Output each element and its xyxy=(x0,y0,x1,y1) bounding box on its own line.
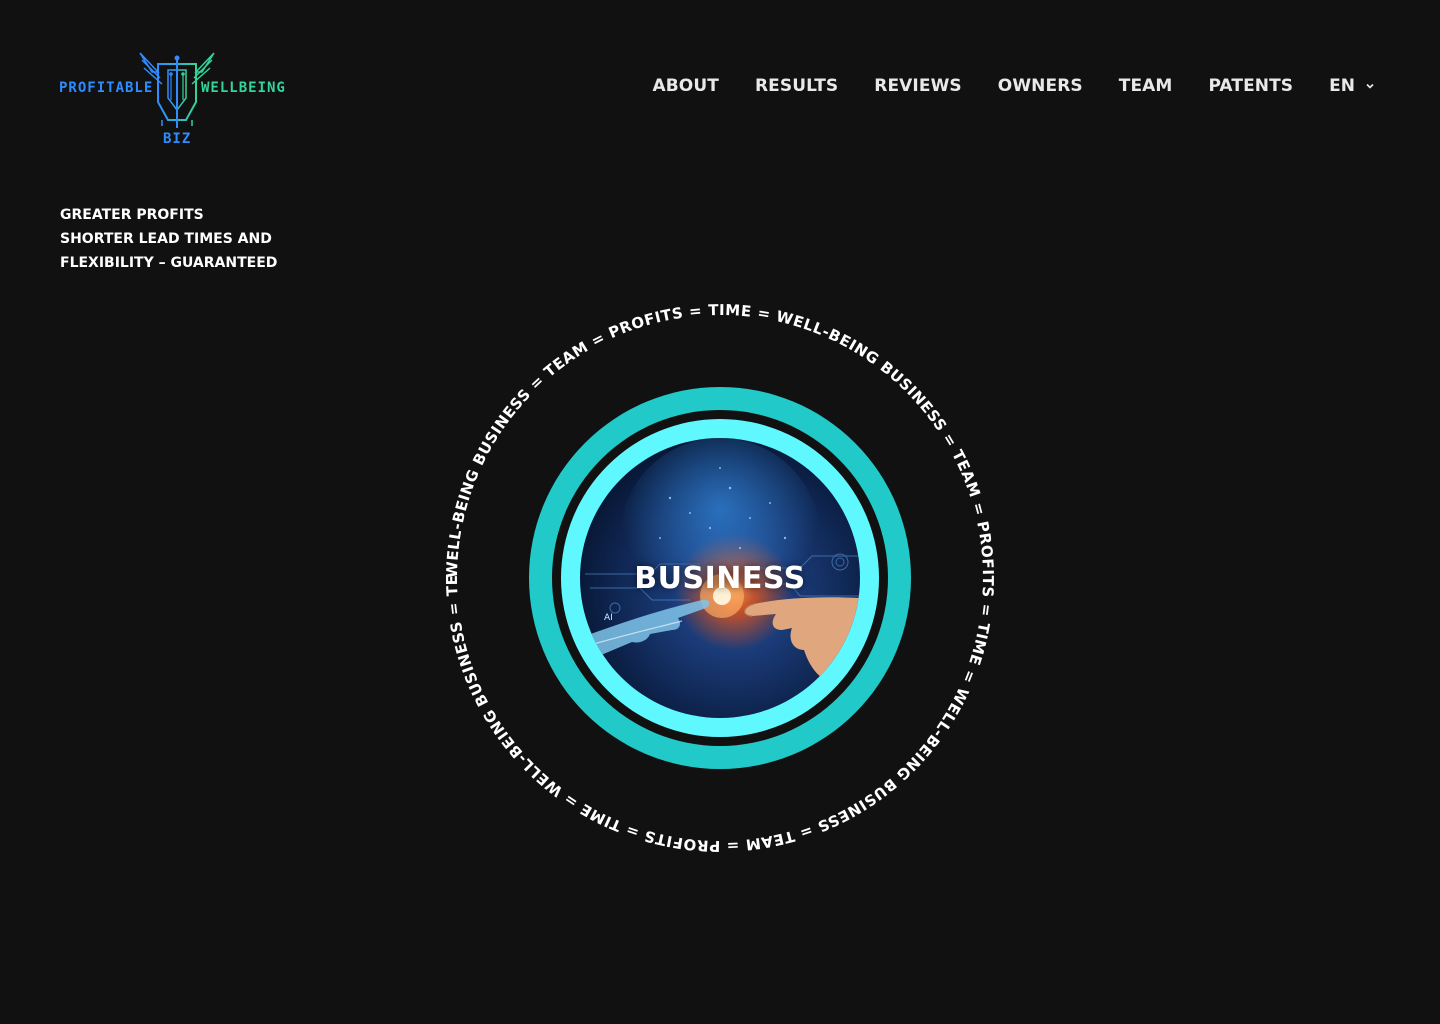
brand-word-left: PROFITABLE xyxy=(59,80,154,96)
tagline-line-2: SHORTER LEAD TIMES AND xyxy=(60,231,272,247)
page: PROFITABLE WELLBEING BIZ ABOUT RESULTS R… xyxy=(0,0,1440,1024)
chevron-down-icon xyxy=(1366,83,1374,89)
brand-word-bottom: BIZ xyxy=(163,131,192,147)
nav-item-results[interactable]: RESULTS xyxy=(755,76,838,96)
nav-item-team[interactable]: TEAM xyxy=(1119,76,1173,96)
brand-logo[interactable]: PROFITABLE WELLBEING BIZ xyxy=(58,50,290,150)
brand-word-right: WELLBEING xyxy=(201,80,286,96)
tagline-line-3: FLEXIBILITY – GUARANTEED xyxy=(60,255,278,271)
hero-title: BUSINESS xyxy=(634,561,806,596)
ai-label: AI xyxy=(604,613,613,623)
tagline: GREATER PROFITS SHORTER LEAD TIMES AND F… xyxy=(60,203,277,275)
language-label: EN xyxy=(1329,76,1355,96)
tagline-line-1: GREATER PROFITS xyxy=(60,207,204,223)
nav-item-about[interactable]: ABOUT xyxy=(652,76,718,96)
hero-circle: WELL-BEING BUSINESS = TEAM = PROFITS = T… xyxy=(420,278,1020,878)
language-selector[interactable]: EN xyxy=(1329,76,1375,96)
nav-item-patents[interactable]: PATENTS xyxy=(1208,76,1293,96)
nav-item-reviews[interactable]: REVIEWS xyxy=(874,76,962,96)
nav-item-owners[interactable]: OWNERS xyxy=(998,76,1083,96)
main-nav: ABOUT RESULTS REVIEWS OWNERS TEAM PATENT… xyxy=(652,76,1375,96)
